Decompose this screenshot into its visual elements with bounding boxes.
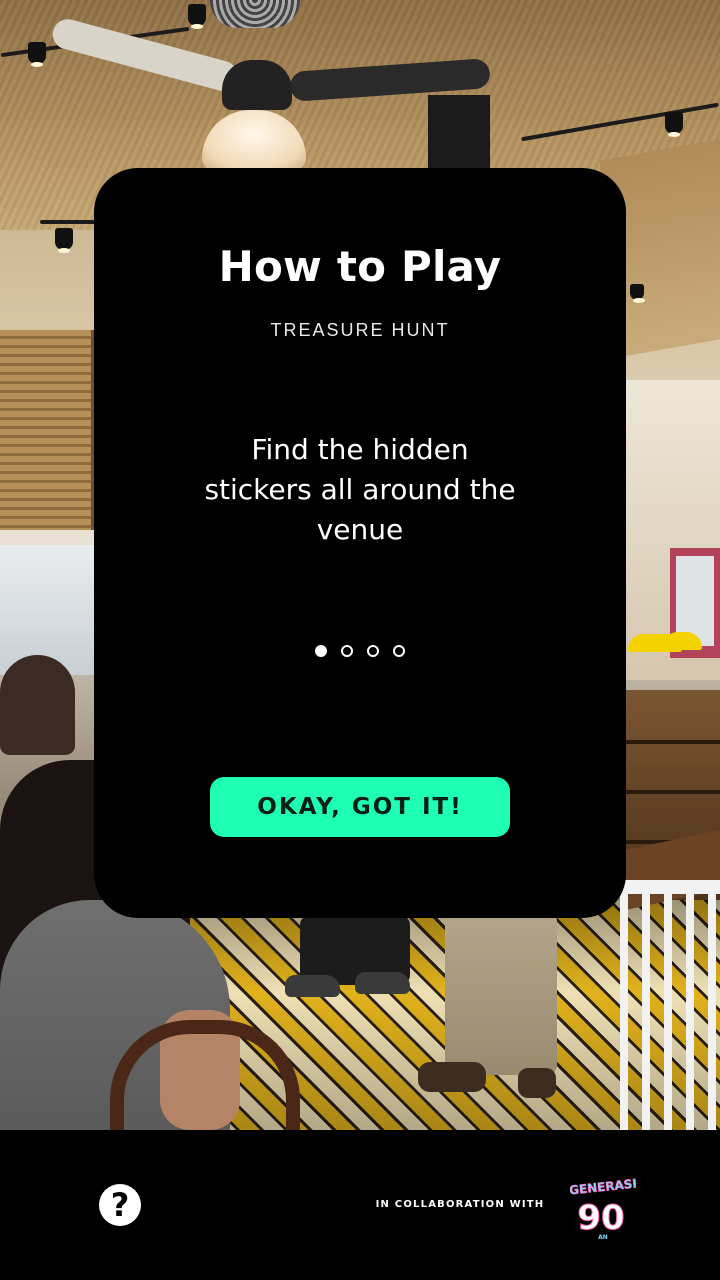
bar-shelf [625, 790, 720, 794]
pagination-dot[interactable] [367, 645, 379, 657]
shoe [355, 972, 410, 994]
pagination-dots[interactable] [0, 645, 720, 659]
seated-person [0, 655, 75, 755]
spotlight [665, 112, 683, 137]
generasi-90an-logo: GENERASI 90 AN [570, 1176, 636, 1241]
instruction-text: Find the hidden stickers all around the … [204, 433, 516, 546]
fan-motor [222, 60, 292, 110]
logo-wordmark: GENERASI [570, 1176, 636, 1197]
track-rail [40, 220, 100, 224]
pagination-dot[interactable] [315, 645, 327, 657]
shoe [418, 1062, 486, 1092]
shoe [285, 975, 340, 997]
spotlight [28, 42, 46, 67]
logo-number: 90 [577, 1198, 624, 1238]
window-blinds [0, 330, 95, 530]
shoe [518, 1068, 556, 1098]
modal-subtitle: TREASURE HUNT [270, 320, 450, 340]
okay-got-it-button[interactable]: OKAY, GOT IT! [210, 777, 510, 837]
standing-person-pants [445, 915, 557, 1075]
pagination-dot[interactable] [341, 645, 353, 657]
modal-title: How to Play [218, 242, 502, 291]
pagination-dot[interactable] [393, 645, 405, 657]
bar-shelf [625, 740, 720, 744]
ceiling-vent [210, 0, 300, 28]
logo-suffix: AN [598, 1234, 608, 1241]
question-mark-icon[interactable]: ? [99, 1184, 141, 1226]
white-chair [620, 880, 720, 1130]
spotlight [188, 4, 206, 29]
collaboration-text: IN COLLABORATION WITH [375, 1199, 545, 1210]
